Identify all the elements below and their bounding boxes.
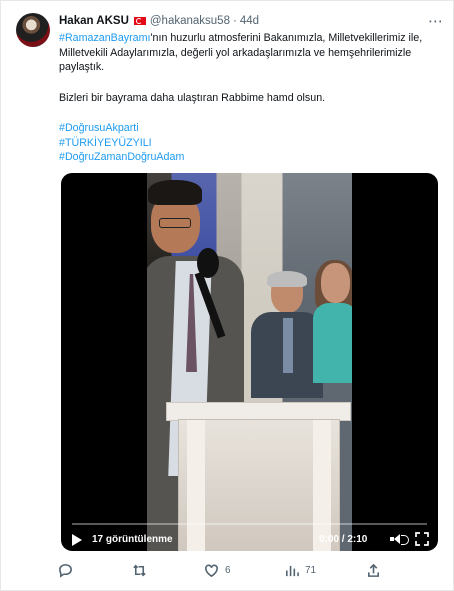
share-icon: [368, 563, 379, 577]
text-gap: [59, 75, 439, 91]
play-icon[interactable]: [72, 534, 82, 546]
progress-bar[interactable]: [72, 523, 427, 525]
analytics-icon: [286, 565, 299, 576]
header-separator: ·: [232, 15, 237, 27]
tweet-paragraph: #RamazanBayramı'nın huzurlu atmosferini …: [59, 31, 439, 75]
author-name[interactable]: Hakan AKSU: [59, 15, 129, 27]
video-controls: 17 görüntülenme 0:00 / 2:10: [61, 517, 438, 551]
reply-icon: [59, 563, 72, 578]
speaker-hair: [148, 180, 202, 205]
tweet-paragraph: Bizleri bir bayrama daha ulaştıran Rabbi…: [59, 91, 439, 106]
hashtag-link[interactable]: #RamazanBayramı: [59, 32, 150, 44]
like-button[interactable]: 6: [204, 561, 231, 579]
tweet-text: #RamazanBayramı'nın huzurlu atmosferini …: [59, 31, 439, 165]
tweet-paragraph: #DoğruZamanDoğruAdam: [59, 150, 439, 165]
hashtag-link[interactable]: #DoğruZamanDoğruAdam: [59, 151, 184, 163]
video-views: 17 görüntülenme: [92, 534, 173, 545]
tweet-paragraph: #DoğrusuAkparti: [59, 121, 439, 136]
like-count: 6: [225, 564, 231, 576]
microphone-icon: [197, 248, 219, 278]
video-time: 0:00 / 2:10: [319, 534, 368, 545]
author-avatar[interactable]: [16, 13, 50, 47]
more-options-icon[interactable]: ⋯: [428, 12, 444, 30]
views-button[interactable]: 71: [284, 561, 316, 579]
tweet-header: Hakan AKSU @hakanaksu58 · 44d: [59, 15, 259, 27]
retweet-button[interactable]: [132, 561, 153, 579]
reply-button[interactable]: [58, 561, 79, 579]
video-frame: [147, 173, 352, 551]
volume-icon[interactable]: [390, 533, 409, 545]
tweet-paragraph: #TÜRKİYEYÜZYILI: [59, 136, 439, 151]
background-woman: [310, 260, 352, 383]
heart-icon: [205, 564, 218, 577]
retweet-icon: [133, 564, 146, 576]
text-gap: [59, 105, 439, 121]
tweet-text-segment: Bizleri bir bayrama daha ulaştıran Rabbi…: [59, 91, 326, 104]
tweet-card[interactable]: Hakan AKSU @hakanaksu58 · 44d ⋯ #Ramazan…: [0, 0, 454, 591]
tweet-time[interactable]: 44d: [240, 15, 259, 27]
fullscreen-icon[interactable]: [415, 532, 429, 546]
share-button[interactable]: [366, 561, 381, 579]
turkish-flag-icon: [133, 17, 146, 25]
background-man: [251, 271, 323, 398]
speaker-glasses: [159, 218, 191, 228]
hashtag-link[interactable]: #DoğrusuAkparti: [59, 122, 139, 134]
author-handle[interactable]: @hakanaksu58: [150, 15, 230, 27]
hashtag-link[interactable]: #TÜRKİYEYÜZYILI: [59, 137, 152, 149]
video-player[interactable]: 17 görüntülenme 0:00 / 2:10: [61, 173, 438, 551]
view-count: 71: [305, 564, 317, 576]
tweet-actions: 6 71: [58, 561, 388, 581]
